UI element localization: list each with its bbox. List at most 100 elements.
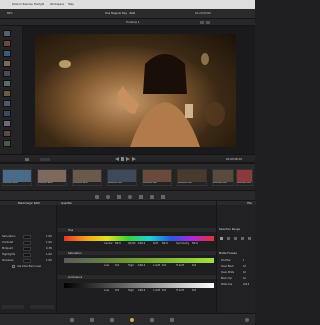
highlights-slider[interactable] xyxy=(23,253,31,257)
menu-item-app[interactable]: DaVinci Resolve xyxy=(12,3,33,6)
wipe-icon[interactable] xyxy=(206,21,210,24)
param-value[interactable]: 1.00 xyxy=(46,241,52,244)
rewind-icon[interactable] xyxy=(115,157,119,161)
feather-plus-icon[interactable] xyxy=(248,237,251,240)
clip-thumbnail-1[interactable]: Mountain ARRI xyxy=(2,169,32,186)
clip-thumbnail-7[interactable]: Mountain RED xyxy=(212,169,234,186)
clip-thumbnail-3[interactable]: Mountain ARRI xyxy=(72,169,102,186)
hue-field-value[interactable]: 50.0 xyxy=(192,242,198,245)
gallery-still[interactable] xyxy=(3,100,11,107)
matte-value[interactable]: 0.0 xyxy=(243,265,246,268)
gallery-still[interactable] xyxy=(3,80,11,87)
lum-field-label: H.Soft xyxy=(176,289,184,292)
lum-field-value[interactable]: 0.0 xyxy=(115,289,119,292)
lum-field-value[interactable]: 0.0 xyxy=(192,289,196,292)
selection-range-title: Selection Range xyxy=(219,228,240,231)
forward-icon[interactable] xyxy=(132,157,136,161)
viewer-timecode: 01:03:28:19 xyxy=(226,158,242,161)
picker-plus-icon[interactable] xyxy=(234,237,237,240)
viewer-mode-icon[interactable] xyxy=(200,21,204,24)
menu-bar: DaVinci Resolve Fairlight Workspace Help xyxy=(0,0,255,9)
cut-page-icon[interactable] xyxy=(90,318,94,322)
tracker-icon[interactable] xyxy=(117,195,121,199)
gallery-still[interactable] xyxy=(3,140,11,147)
saturation-slider[interactable] xyxy=(23,235,31,239)
key-icon[interactable] xyxy=(139,195,143,199)
clip-thumbnail-4[interactable]: Mountain RED xyxy=(107,169,137,186)
gallery-still[interactable] xyxy=(3,120,11,127)
matte-value[interactable]: 0.0 xyxy=(243,271,246,274)
video-black-checkbox[interactable] xyxy=(12,265,15,268)
menu-item-help[interactable]: Help xyxy=(68,3,74,6)
3d-icon[interactable] xyxy=(161,195,165,199)
blur-icon[interactable] xyxy=(128,195,132,199)
fairlight-page-icon[interactable] xyxy=(150,318,154,322)
shadows-slider[interactable] xyxy=(23,259,31,263)
gallery-still[interactable] xyxy=(3,110,11,117)
saturation-section-header[interactable] xyxy=(58,251,216,255)
clip-thumbnail-2[interactable]: Mountain ARRI xyxy=(37,169,67,186)
sizing-icon[interactable] xyxy=(150,195,154,199)
timeline-selector[interactable]: Timeline 1 xyxy=(126,21,140,24)
sat-field-value[interactable]: 0.0 xyxy=(115,264,119,267)
deliver-page-icon[interactable] xyxy=(170,318,174,322)
lum-field-value[interactable]: 0.0 xyxy=(162,289,166,292)
contrast-slider[interactable] xyxy=(23,241,31,245)
lum-field-value[interactable]: 100.0 xyxy=(138,289,145,292)
matte-value[interactable]: 0.0 xyxy=(243,277,246,280)
hue-field-value[interactable]: 50.0 xyxy=(162,242,168,245)
feather-minus-icon[interactable] xyxy=(241,237,244,240)
hue-field-value[interactable]: 100.0 xyxy=(138,242,145,245)
menu-item-fairlight[interactable]: Fairlight xyxy=(34,3,44,6)
zoom-field[interactable] xyxy=(40,158,50,161)
hue-bar[interactable] xyxy=(64,236,214,241)
hue-field-label: Symmetry xyxy=(176,242,190,245)
gallery-still[interactable] xyxy=(3,40,11,47)
stop-icon[interactable] xyxy=(121,157,124,161)
transport-bar: 01:03:28:19 xyxy=(0,154,255,163)
settings-icon[interactable] xyxy=(245,318,249,322)
play-icon[interactable] xyxy=(126,157,130,161)
gallery-still[interactable] xyxy=(3,70,11,77)
picker-minus-icon[interactable] xyxy=(227,237,230,240)
clip-label: Mountain RED xyxy=(213,182,228,184)
midpoint-slider[interactable] xyxy=(23,247,31,251)
luminance-bar[interactable] xyxy=(64,283,214,288)
gallery-still[interactable] xyxy=(3,50,11,57)
gallery-still[interactable] xyxy=(3,60,11,67)
gallery-still[interactable] xyxy=(3,90,11,97)
edit-page-icon[interactable] xyxy=(110,318,114,322)
gallery-still[interactable] xyxy=(3,30,11,37)
param-value[interactable]: 1.00 xyxy=(46,235,52,238)
eyedropper-icon[interactable] xyxy=(95,195,99,199)
param-value[interactable]: 1.00 xyxy=(46,259,52,262)
matte-value[interactable]: 100.0 xyxy=(243,283,249,286)
saturation-bar[interactable] xyxy=(64,258,214,263)
gallery-still[interactable] xyxy=(3,130,11,137)
param-value[interactable]: 1.00 xyxy=(46,253,52,256)
window-icon[interactable] xyxy=(106,195,110,199)
param-label: Highlights xyxy=(2,253,16,256)
apply-button[interactable] xyxy=(30,305,54,309)
clip-thumbnail-6[interactable]: Mountain RED xyxy=(177,169,207,186)
qualifier-mode[interactable]: HSL xyxy=(247,202,252,205)
clip-thumbnail-8[interactable]: Mountain RED xyxy=(236,169,253,186)
matte-label: Black Clip xyxy=(221,277,232,280)
matte-value[interactable]: 0 xyxy=(243,259,244,262)
media-page-icon[interactable] xyxy=(70,318,74,322)
param-value[interactable]: 0.38 xyxy=(46,247,52,250)
picker-icon[interactable] xyxy=(220,237,223,240)
clip-thumbnail-5[interactable]: Mountain RED xyxy=(142,169,172,186)
matte-label: Pre-Filter xyxy=(221,259,231,262)
hue-field-value[interactable]: 50.0 xyxy=(115,242,121,245)
sat-field-value[interactable]: 100.0 xyxy=(138,264,145,267)
pen-icon[interactable] xyxy=(25,158,29,161)
sat-field-value[interactable]: 0.0 xyxy=(162,264,166,267)
sat-field-value[interactable]: 0.0 xyxy=(192,264,196,267)
menu-item-workspace[interactable]: Workspace xyxy=(50,3,64,6)
color-page-icon[interactable] xyxy=(130,318,134,322)
reset-button[interactable] xyxy=(2,305,24,309)
qualifier-panel: Qualifier Hue Center 50.0 Width 100.0 So… xyxy=(58,201,216,313)
zoom-label[interactable]: 89% xyxy=(7,12,13,15)
hue-section-header[interactable] xyxy=(58,228,216,232)
